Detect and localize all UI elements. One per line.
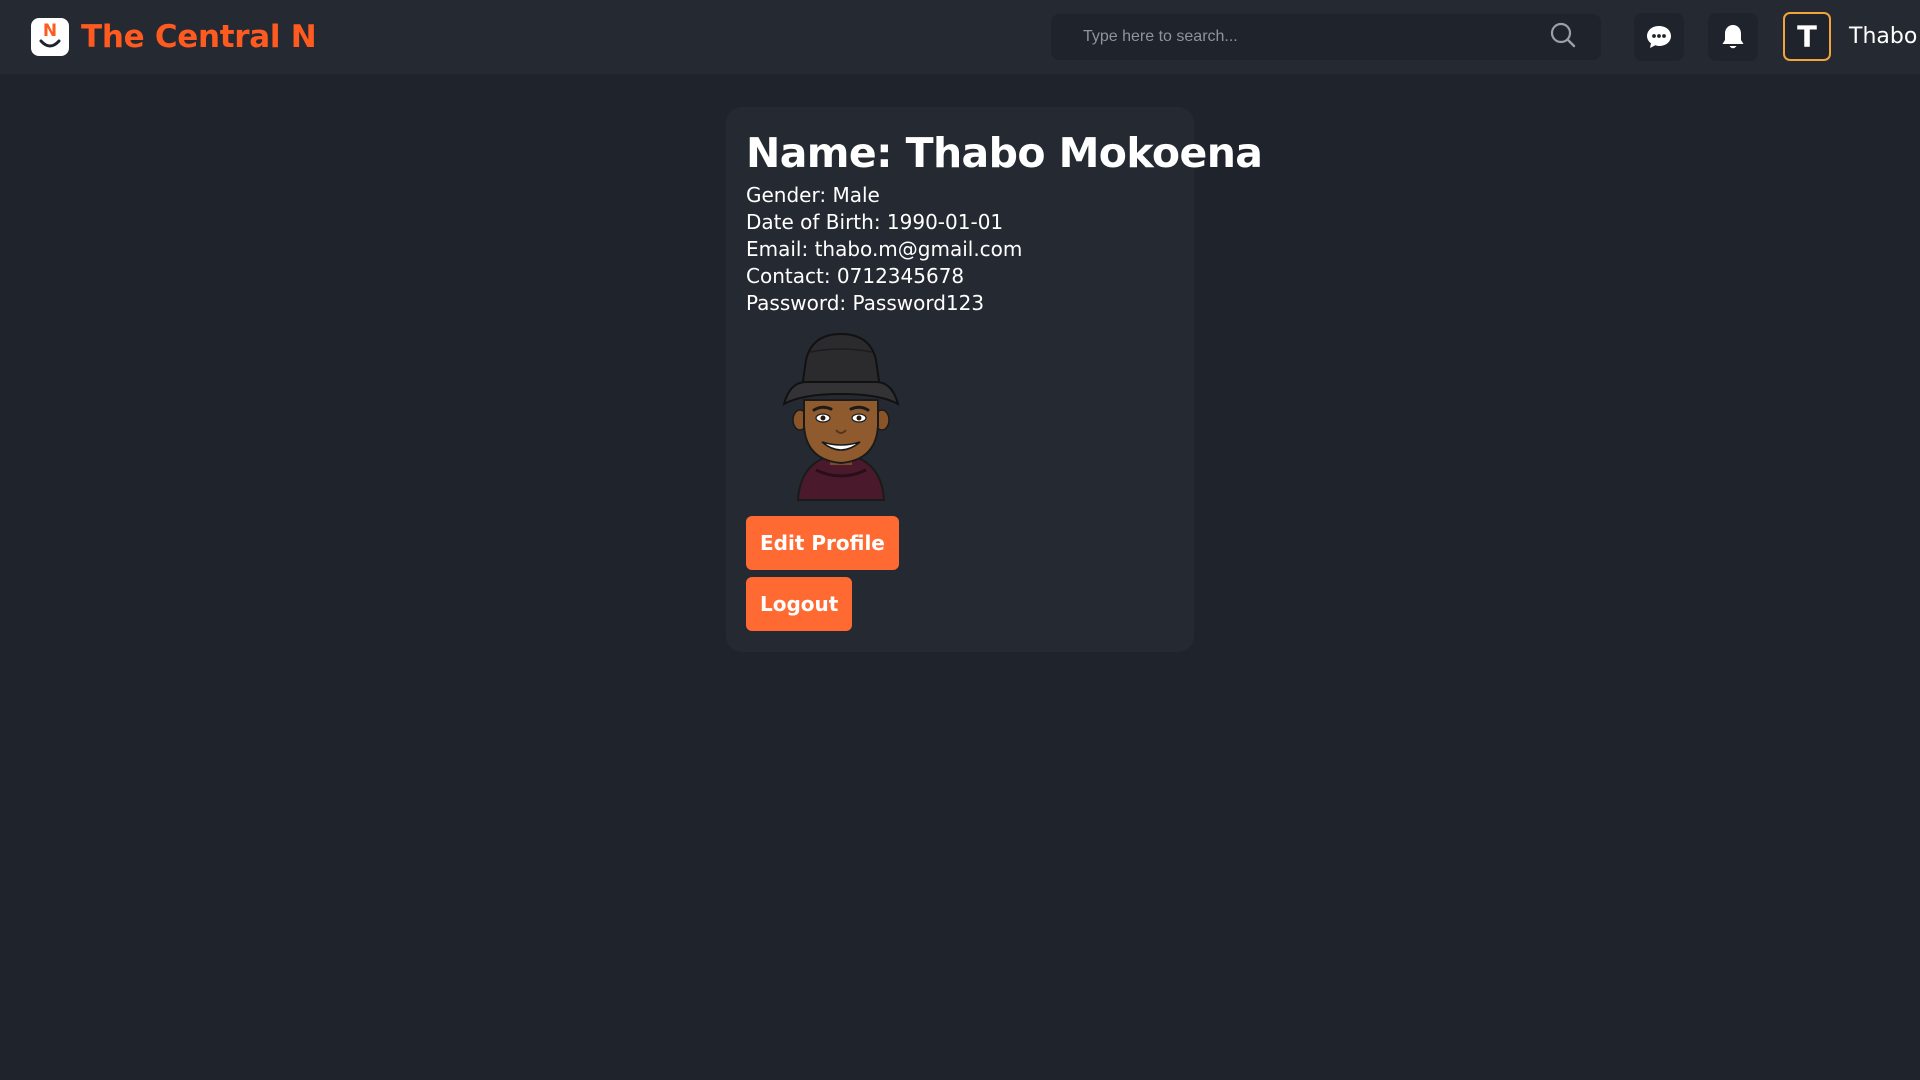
dob-field: Date of Birth: 1990-01-01 xyxy=(746,210,1004,234)
notifications-button[interactable] xyxy=(1708,13,1758,61)
top-navbar: N The Central N T Thabo xyxy=(0,0,1920,74)
contact-field: Contact: 0712345678 xyxy=(746,264,965,288)
brand[interactable]: N The Central N xyxy=(31,17,317,57)
user-avatar-button[interactable]: T xyxy=(1783,12,1831,61)
search-box xyxy=(1051,14,1601,60)
chat-button[interactable] xyxy=(1634,13,1684,61)
profile-card: Name: Thabo Mokoena Gender: Male Date of… xyxy=(726,107,1263,652)
gender-field: Gender: Male xyxy=(746,183,880,207)
bell-icon xyxy=(1722,25,1744,49)
brand-logo-icon: N xyxy=(31,18,69,56)
brand-name: The Central N xyxy=(81,19,317,55)
search-icon[interactable] xyxy=(1549,21,1577,49)
chat-icon xyxy=(1647,26,1671,48)
edit-profile-button[interactable]: Edit Profile xyxy=(746,516,899,570)
profile-name-title: Name: Thabo Mokoena xyxy=(746,129,1263,177)
logout-button[interactable]: Logout xyxy=(746,577,853,631)
password-field: Password: Password123 xyxy=(746,291,985,315)
username[interactable]: Thabo xyxy=(1849,24,1917,49)
email-field: Email: thabo.m@gmail.com xyxy=(746,237,1023,261)
search-input[interactable] xyxy=(1051,14,1551,60)
profile-avatar-image xyxy=(782,332,900,501)
